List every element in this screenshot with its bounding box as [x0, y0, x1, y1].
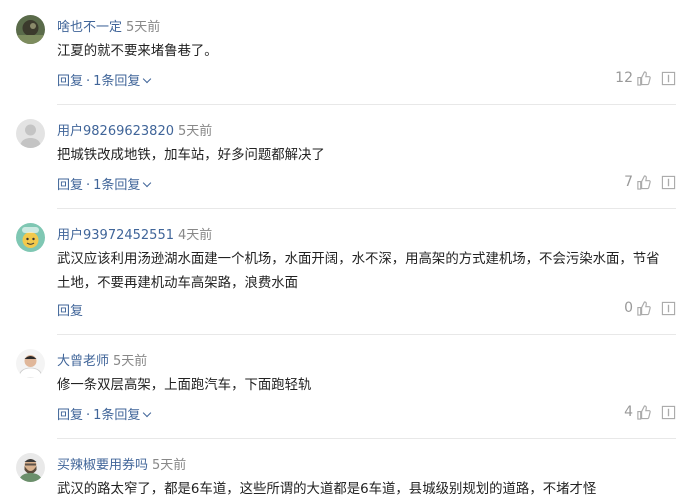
comment-meta: 啥也不一定 5天前	[57, 16, 160, 35]
like-button[interactable]: 4	[624, 404, 651, 420]
username[interactable]: 买辣椒要用券吗	[57, 458, 148, 473]
like-button[interactable]: 12	[615, 70, 651, 86]
comment-actions: 回复 · 1条回复	[57, 174, 152, 193]
like-count: 0	[624, 300, 633, 316]
divider	[57, 334, 676, 335]
view-replies-button[interactable]: 1条回复	[93, 408, 152, 423]
like-count: 12	[615, 70, 633, 86]
view-replies-button[interactable]: 1条回复	[93, 178, 152, 193]
comment-meta: 大曾老师 5天前	[57, 350, 147, 369]
avatar[interactable]	[16, 119, 45, 148]
comment-time: 5天前	[152, 458, 187, 473]
thumbs-up-icon	[637, 300, 651, 316]
chevron-down-icon	[143, 178, 152, 188]
thumbs-up-icon	[637, 174, 651, 190]
comment-tools: 7	[624, 174, 676, 190]
comment-text: 修一条双层高架，上面跑汽车，下面跑轻轨	[57, 378, 312, 393]
comment-text: 江夏的就不要来堵鲁巷了。	[57, 44, 218, 59]
thumbs-up-icon	[637, 70, 651, 86]
comment-time: 5天前	[177, 124, 213, 139]
comment-actions: 回复 · 1条回复	[57, 70, 152, 89]
like-button[interactable]: 0	[624, 300, 651, 316]
avatar[interactable]	[16, 453, 45, 482]
like-count: 4	[624, 404, 633, 420]
comment-actions: 回复	[57, 300, 83, 319]
view-replies-button[interactable]: 1条回复	[93, 74, 152, 89]
comment-tools: 4	[624, 404, 676, 420]
comment-text: 武汉应该利用汤逊湖水面建一个机场，水面开阔，水不深，用高架的方式建机场，不会污染…	[57, 252, 660, 291]
comment-tools: 12	[615, 70, 676, 86]
reply-button[interactable]: 回复	[57, 408, 83, 423]
reply-button[interactable]: 回复	[57, 304, 83, 319]
thumbs-up-icon	[637, 404, 651, 420]
comment-time: 5天前	[126, 20, 161, 35]
comment-text: 把城铁改成地铁，加车站，好多问题都解决了	[57, 148, 325, 163]
comment-actions: 回复 · 1条回复	[57, 404, 152, 423]
report-icon[interactable]	[661, 405, 676, 420]
replies-count-label: 1条回复	[93, 74, 141, 89]
avatar[interactable]	[16, 223, 45, 252]
username[interactable]: 用户93972452551	[57, 228, 174, 243]
comment-meta: 买辣椒要用券吗 5天前	[57, 454, 186, 473]
avatar[interactable]	[16, 349, 45, 378]
comment-tools: 0	[624, 300, 676, 316]
reply-button[interactable]: 回复	[57, 178, 83, 193]
comment-meta: 用户93972452551 4天前	[57, 224, 212, 243]
chevron-down-icon	[143, 408, 152, 418]
report-icon[interactable]	[661, 301, 676, 316]
comment-time: 4天前	[177, 228, 213, 243]
separator: ·	[86, 178, 91, 193]
comment-list: 啥也不一定 5天前 江夏的就不要来堵鲁巷了。 回复 · 1条回复 12 用户98269…	[0, 0, 694, 503]
like-button[interactable]: 7	[624, 174, 651, 190]
replies-count-label: 1条回复	[93, 178, 141, 193]
separator: ·	[86, 74, 91, 89]
reply-button[interactable]: 回复	[57, 74, 83, 89]
chevron-down-icon	[143, 74, 152, 84]
comment-text: 武汉的路太窄了，都是6车道，这些所谓的大道都是6车道，县城级别规划的道路，不堵才…	[57, 482, 597, 497]
report-icon[interactable]	[661, 175, 676, 190]
separator: ·	[86, 408, 91, 423]
avatar[interactable]	[16, 15, 45, 44]
comment-time: 5天前	[113, 354, 148, 369]
divider	[57, 208, 676, 209]
like-count: 7	[624, 174, 633, 190]
report-icon[interactable]	[661, 71, 676, 86]
divider	[57, 438, 676, 439]
replies-count-label: 1条回复	[93, 408, 141, 423]
divider	[57, 104, 676, 105]
comment-meta: 用户98269623820 5天前	[57, 120, 212, 139]
username[interactable]: 啥也不一定	[57, 20, 122, 35]
username[interactable]: 用户98269623820	[57, 124, 174, 139]
username[interactable]: 大曾老师	[57, 354, 109, 369]
